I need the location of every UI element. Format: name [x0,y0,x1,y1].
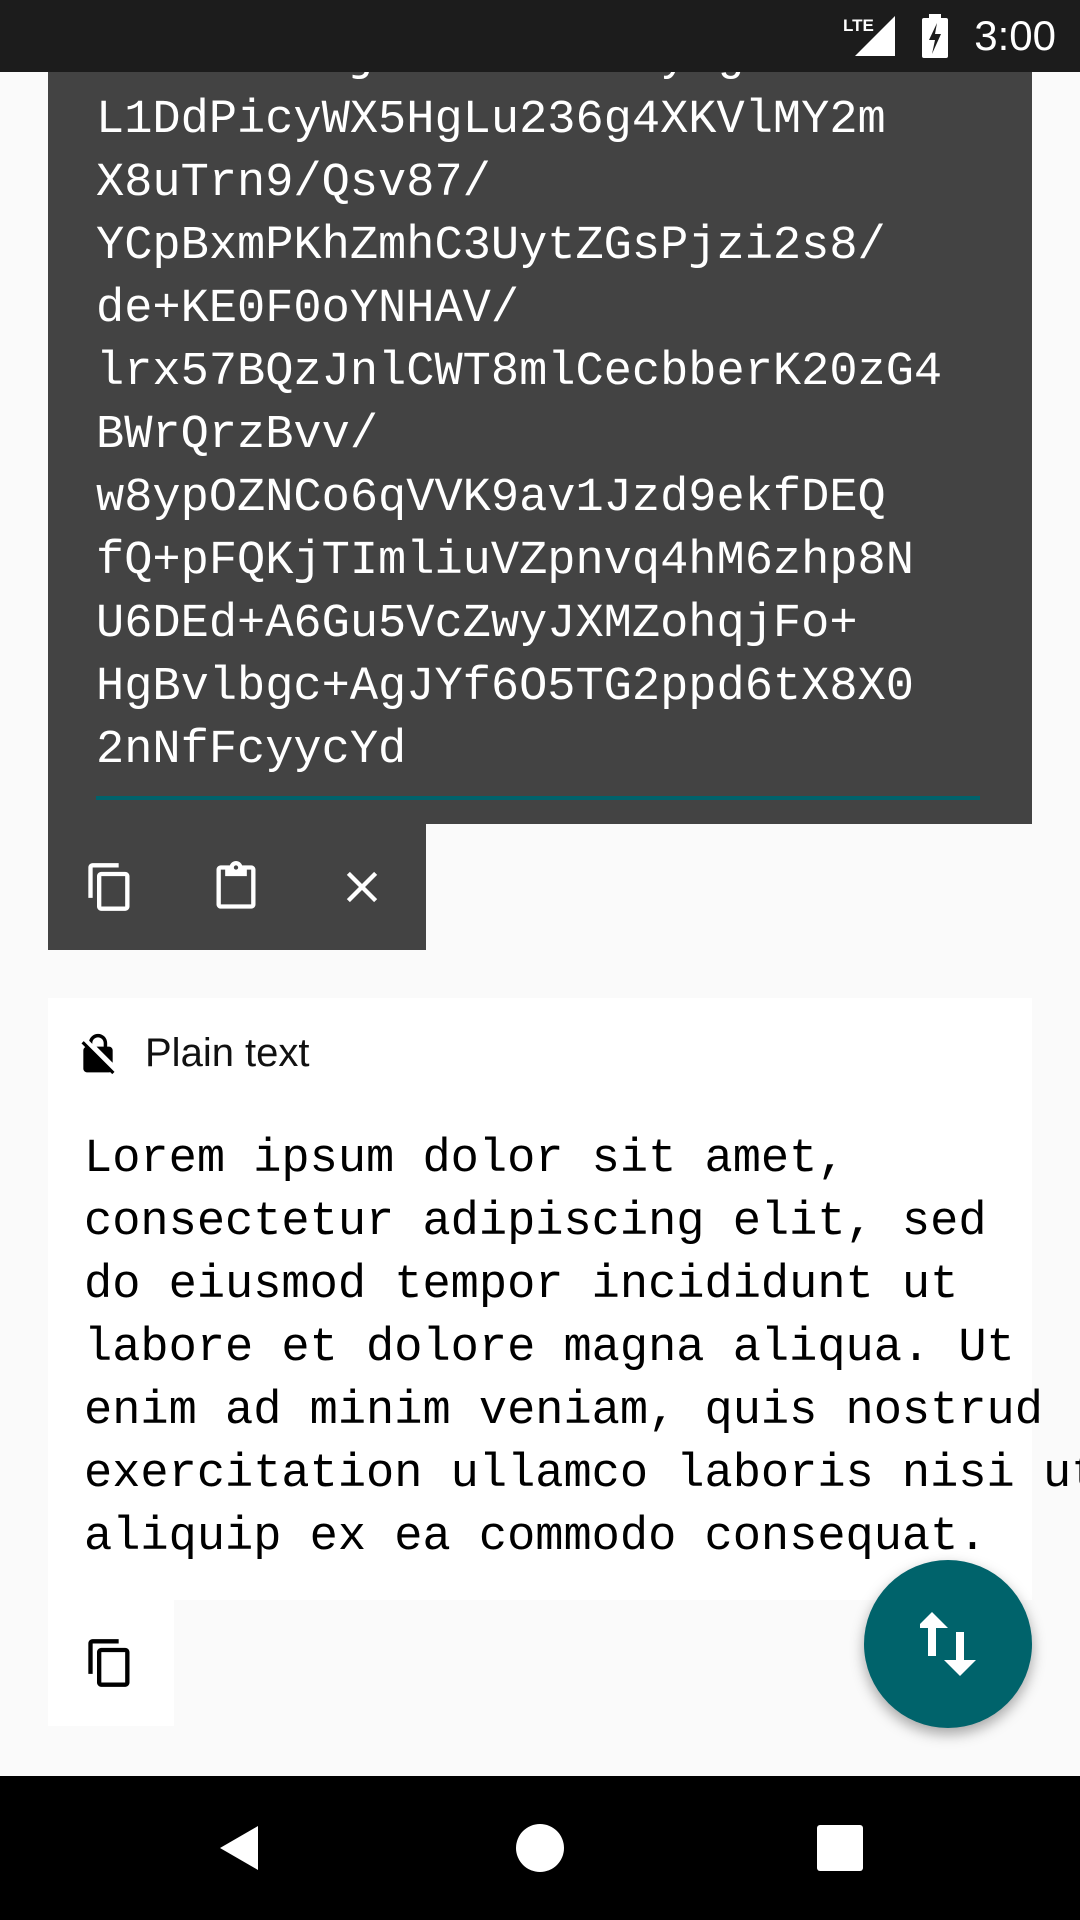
status-bar: LTE 3:00 [0,0,1080,72]
cipher-text-line: lrx57BQzJnlCWT8mlCecbberK20zG4 [96,346,943,399]
back-icon [220,1826,258,1870]
plain-text-line: Lorem ipsum dolor sit amet, [84,1133,846,1186]
no-encryption-icon [81,1033,115,1075]
copy-icon [88,863,130,911]
cipher-text-line: BWrQrzBvv/ [96,409,379,462]
cipher-paste-button[interactable] [196,847,276,927]
plain-text-line: enim ad minim veniam, quis nostrud [84,1385,1043,1438]
copy-icon [88,1639,130,1687]
plain-text-line: labore et dolore magna aliqua. Ut [84,1322,1015,1375]
cipher-text-line: vIP9POCCsjHMC/oWB0WTyvgeu/AP/ [96,72,914,84]
cipher-text-line: X8uTrn9/Qsv87/ [96,157,491,210]
cipher-text-field[interactable]: vIP9POCCsjHMC/oWB0WTyvgeu/AP/ L1DdPicyWX… [96,72,996,782]
clear-icon [346,871,378,903]
home-icon [516,1824,564,1872]
recents-icon [817,1825,863,1871]
plain-copy-button[interactable] [70,1623,150,1703]
lte-signal-icon: LTE [843,16,895,56]
cipher-text-line: HgBvlbgc+AgJYf6O5TG2ppd6tX8X0 [96,661,914,714]
cipher-action-bar [48,824,426,950]
cipher-text-card: vIP9POCCsjHMC/oWB0WTyvgeu/AP/ L1DdPicyWX… [48,72,1032,824]
cipher-copy-button[interactable] [70,847,150,927]
cipher-field-underline [96,796,980,800]
plain-text-card: Plain text Lorem ipsum dolor sit amet, c… [48,998,1080,1600]
plain-text-line: aliquip ex ea commodo consequat. [84,1511,987,1564]
plain-text-line: exercitation ullamco laboris nisi ut [84,1448,1080,1501]
cipher-text-line: L1DdPicyWX5HgLu236g4XKVlMY2m [96,94,886,147]
battery-charging-icon [922,14,948,58]
swap-fab-button[interactable] [864,1560,1032,1728]
plain-text-line: do eiusmod tempor incididunt ut [84,1259,959,1312]
cipher-text-line: U6DEd+A6Gu5VcZwyJXMZohqjFo+ [96,598,858,651]
paste-icon [216,861,256,909]
plain-text-label: Plain text [145,1031,310,1075]
plain-action-bar [48,1600,174,1726]
svg-text:LTE: LTE [843,16,874,35]
cipher-text-line: w8ypOZNCo6qVVK9av1Jzd9ekfDEQ [96,472,886,525]
cipher-clear-button[interactable] [322,847,402,927]
status-time: 3:00 [974,12,1056,59]
plain-text-field[interactable]: Lorem ipsum dolor sit amet, consectetur … [84,1128,1080,1569]
cipher-text-line: 2nNfFcyycYd [96,724,407,777]
swap-vertical-icon [920,1612,976,1676]
nav-recents-button[interactable] [800,1808,880,1888]
nav-home-button[interactable] [500,1808,580,1888]
cipher-text-line: de+KE0F0oYNHAV/ [96,283,520,336]
cipher-text-line: YCpBxmPKhZmhC3UytZGsPjzi2s8/ [96,220,886,273]
nav-back-button[interactable] [200,1808,280,1888]
cipher-text-line: fQ+pFQKjTImliuVZpnvq4hM6zhp8N [96,535,914,588]
navigation-bar [0,1776,1080,1920]
plain-text-line: consectetur adipiscing elit, sed [84,1196,987,1249]
